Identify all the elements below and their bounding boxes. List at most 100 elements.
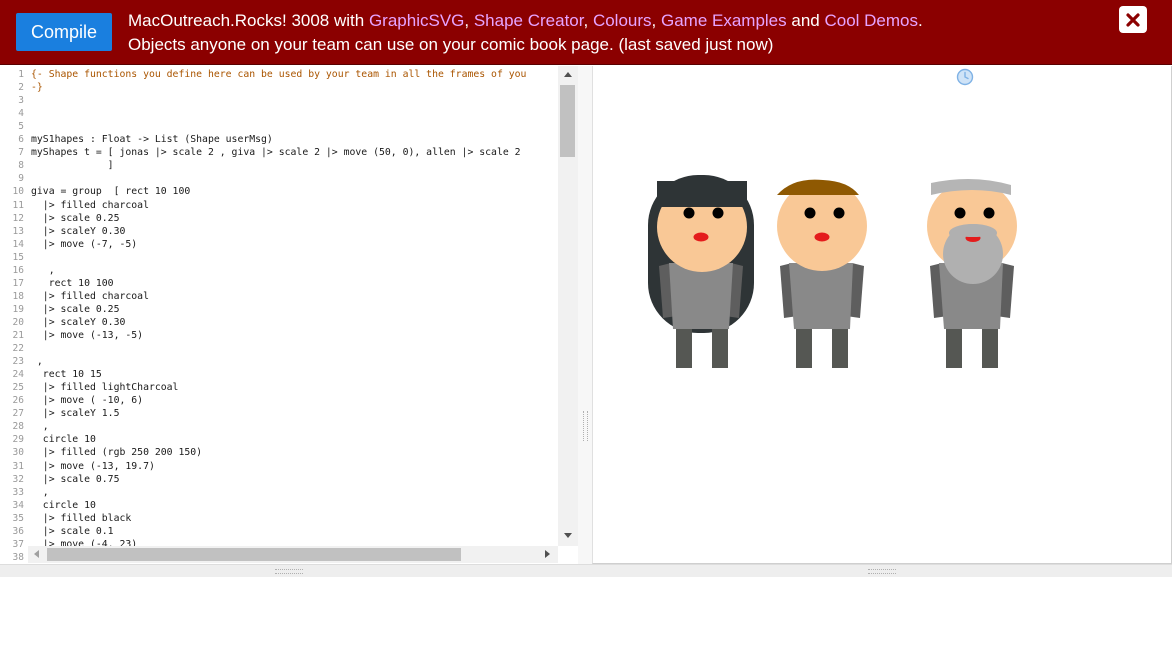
line-number: 32 <box>12 473 24 485</box>
splitter-grip-icon <box>275 569 303 574</box>
code-line[interactable]: |> filled (rgb 250 200 150) <box>31 447 202 458</box>
scroll-left-arrow-icon[interactable] <box>34 550 39 558</box>
link-game-examples[interactable]: Game Examples <box>661 11 787 30</box>
line-number: 4 <box>18 108 24 120</box>
code-line[interactable]: |> move (-7, -5) <box>31 239 137 250</box>
grey-bearded-character <box>927 178 1017 368</box>
horizontal-scrollbar[interactable] <box>28 546 558 563</box>
code-line[interactable]: rect 10 15 <box>31 369 102 380</box>
code-line[interactable]: giva = group [ rect 10 100 <box>31 186 190 197</box>
code-line[interactable]: circle 10 <box>31 500 96 511</box>
banner-and-text: and <box>786 11 825 30</box>
code-line[interactable]: |> scaleY 0.30 <box>31 226 126 237</box>
line-number: 27 <box>12 408 24 420</box>
line-number: 14 <box>12 238 24 250</box>
horizontal-scroll-thumb[interactable] <box>47 548 461 561</box>
long-dark-hair-character <box>648 175 754 368</box>
code-line[interactable]: |> filled charcoal <box>31 200 149 211</box>
code-line[interactable]: |> scale 0.75 <box>31 474 120 485</box>
line-number: 24 <box>12 369 24 381</box>
banner-title: MacOutreach.Rocks! 3008 with GraphicSVG,… <box>128 11 923 31</box>
splitter-grip-icon <box>868 569 896 574</box>
code-line[interactable]: |> filled lightCharcoal <box>31 382 179 393</box>
line-number: 2 <box>18 82 24 94</box>
link-graphicsvg[interactable]: GraphicSVG <box>369 11 464 30</box>
code-line[interactable]: |> move (-13, 19.7) <box>31 461 155 472</box>
vertical-scroll-thumb[interactable] <box>560 85 575 157</box>
top-banner: Compile MacOutreach.Rocks! 3008 with Gra… <box>0 0 1172 65</box>
code-line[interactable]: -} <box>31 82 43 93</box>
splitter-grip-icon <box>583 411 588 441</box>
scroll-up-arrow-icon[interactable] <box>564 72 572 77</box>
character-lineup <box>648 175 1017 368</box>
line-number: 3 <box>18 95 24 107</box>
banner-subtitle: Objects anyone on your team can use on y… <box>128 35 774 54</box>
line-number: 5 <box>18 121 24 133</box>
line-number: 17 <box>12 277 24 289</box>
code-line[interactable]: , <box>31 421 49 432</box>
banner-separator: , <box>583 11 593 30</box>
line-number: 38 <box>12 551 24 563</box>
line-number: 29 <box>12 434 24 446</box>
code-line[interactable]: |> filled black <box>31 513 132 524</box>
line-number: 8 <box>18 160 24 172</box>
close-x-icon <box>1126 12 1140 27</box>
line-number: 9 <box>18 173 24 185</box>
code-line[interactable]: |> scale 0.1 <box>31 526 114 537</box>
code-line[interactable]: |> move (-4, 23) <box>31 539 137 546</box>
line-number: 20 <box>12 316 24 328</box>
vertical-scrollbar[interactable] <box>558 66 578 546</box>
code-area[interactable]: {- Shape functions you define here can b… <box>31 66 558 546</box>
code-line[interactable]: , <box>31 356 43 367</box>
code-line[interactable]: , <box>31 265 55 276</box>
line-number: 37 <box>12 538 24 550</box>
horizontal-pane-splitter[interactable] <box>0 564 1172 577</box>
line-number: 18 <box>12 290 24 302</box>
line-number: 10 <box>12 186 24 198</box>
output-canvas[interactable] <box>592 66 1172 564</box>
line-number: 23 <box>12 356 24 368</box>
scroll-right-arrow-icon[interactable] <box>545 550 550 558</box>
line-number: 25 <box>12 382 24 394</box>
code-line[interactable]: myS1hapes : Float -> List (Shape userMsg… <box>31 134 273 145</box>
line-number: 15 <box>12 251 24 263</box>
line-number: 7 <box>18 147 24 159</box>
link-colours[interactable]: Colours <box>593 11 652 30</box>
link-shape-creator[interactable]: Shape Creator <box>474 11 584 30</box>
line-number: 22 <box>12 343 24 355</box>
code-line[interactable]: |> move ( -10, 6) <box>31 395 143 406</box>
code-editor[interactable]: 1 2 3 4 5 6 7 8 9 10 11 12 13 14 15 16 17 18 19 20 21 22 23 24 2… <box>0 66 578 564</box>
line-number: 31 <box>12 460 24 472</box>
code-line[interactable]: , <box>31 487 49 498</box>
banner-end-text: . <box>918 11 923 30</box>
line-number-gutter: 1 2 3 4 5 6 7 8 9 10 11 12 13 14 15 16 17 18 19 20 21 22 23 24 2… <box>0 66 28 564</box>
line-number: 28 <box>12 421 24 433</box>
line-number: 1 <box>18 69 24 80</box>
link-cool-demos[interactable]: Cool Demos <box>824 11 918 30</box>
line-number: 12 <box>12 212 24 224</box>
brown-hair-character <box>777 179 867 368</box>
code-line[interactable]: circle 10 <box>31 434 96 445</box>
scroll-down-arrow-icon[interactable] <box>564 533 572 538</box>
line-number: 21 <box>12 330 24 341</box>
code-line[interactable]: {- Shape functions you define here can b… <box>31 69 526 80</box>
code-line[interactable]: |> scaleY 0.30 <box>31 317 126 328</box>
code-line[interactable]: |> filled charcoal <box>31 291 149 302</box>
line-number: 35 <box>12 512 24 524</box>
line-number: 26 <box>12 395 24 407</box>
code-line[interactable]: ] <box>31 160 114 171</box>
banner-separator: , <box>464 11 474 30</box>
code-line[interactable]: |> scale 0.25 <box>31 304 120 315</box>
compile-button[interactable]: Compile <box>16 13 112 51</box>
code-line[interactable]: |> scale 0.25 <box>31 213 120 224</box>
code-line[interactable]: rect 10 100 <box>31 278 114 289</box>
code-line[interactable]: |> scaleY 1.5 <box>31 408 120 419</box>
clock-icon[interactable] <box>956 68 974 86</box>
line-number: 30 <box>12 447 24 459</box>
code-line[interactable]: |> move (-13, -5) <box>31 330 143 341</box>
banner-title-text: MacOutreach.Rocks! 3008 with <box>128 11 369 30</box>
vertical-pane-splitter[interactable] <box>578 66 592 564</box>
line-number: 19 <box>12 303 24 315</box>
close-button[interactable] <box>1119 6 1147 33</box>
code-line[interactable]: myShapes t = [ jonas |> scale 2 , giva |… <box>31 147 521 158</box>
